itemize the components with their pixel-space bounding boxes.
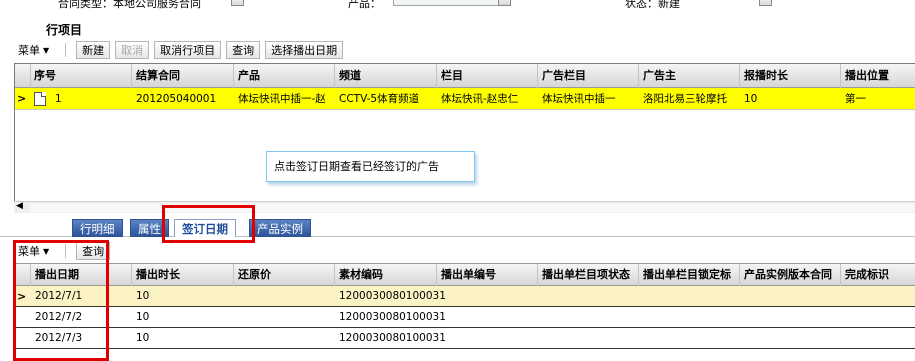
dates-toolbar: 菜单 ▼ 查询 bbox=[14, 242, 115, 260]
cell-restore-price bbox=[234, 286, 238, 307]
contract-type-label: 合同类型：本地公司服务合同 bbox=[58, 0, 201, 9]
menu-button[interactable]: 菜单 ▼ bbox=[14, 41, 53, 59]
table-row[interactable]: > 1 201205040001 体坛快讯中插一-赵 CCTV-5体育频道 体坛… bbox=[15, 88, 915, 110]
horizontal-scrollbar[interactable]: ◀ bbox=[14, 201, 915, 213]
detail-tabs: 行明细 属性 签订日期 产品实例 bbox=[0, 219, 915, 237]
cell-material-code: 1200030080100031 bbox=[339, 332, 446, 344]
table-row[interactable]: > 2012/7/1 10 1200030080100031 bbox=[15, 286, 915, 307]
table-row[interactable]: 2012/7/3 10 1200030080100031 bbox=[15, 328, 915, 349]
tab-line-details[interactable]: 行明细 bbox=[72, 219, 123, 237]
col-schedule-item-status[interactable]: 播出单栏目项状态 bbox=[538, 264, 639, 286]
col-channel[interactable]: 频道 bbox=[335, 64, 437, 88]
col-contract[interactable]: 结算合同 bbox=[132, 64, 234, 88]
query-button[interactable]: 查询 bbox=[76, 242, 111, 260]
tab-product-instance[interactable]: 产品实例 bbox=[249, 219, 311, 237]
scrollbar-thumb[interactable] bbox=[30, 204, 915, 212]
menu-label: 菜单 bbox=[18, 44, 40, 57]
current-row-marker-icon: > bbox=[17, 290, 27, 303]
row-selector-header bbox=[15, 64, 31, 88]
scroll-left-icon[interactable]: ◀ bbox=[16, 201, 23, 211]
cell-air-duration: 10 bbox=[136, 290, 150, 302]
cell-air-date: 2012/7/1 bbox=[35, 290, 83, 302]
col-material-code[interactable]: 素材编码 bbox=[335, 264, 437, 286]
col-schedule-lock[interactable]: 播出单栏目锁定标 bbox=[639, 264, 740, 286]
col-advertiser[interactable]: 广告主 bbox=[639, 64, 740, 88]
status-dropdown[interactable] bbox=[759, 0, 772, 6]
table-row[interactable]: 2012/7/2 10 1200030080100031 bbox=[15, 307, 915, 328]
col-program[interactable]: 栏目 bbox=[437, 64, 538, 88]
cancel-button[interactable]: 取消 bbox=[115, 41, 150, 59]
cell-material-code: 1200030080100031 bbox=[339, 290, 446, 302]
cell-program: 体坛快讯-赵忠仁 bbox=[441, 93, 519, 105]
toolbar-divider bbox=[65, 43, 67, 57]
cell-air-date: 2012/7/2 bbox=[35, 311, 83, 323]
cell-restore-price bbox=[234, 328, 238, 349]
cell-air-duration: 10 bbox=[136, 332, 150, 344]
query-button[interactable]: 查询 bbox=[226, 41, 261, 59]
contract-type-dropdown[interactable] bbox=[231, 0, 244, 6]
grid-header: 序号 结算合同 产品 频道 栏目 广告栏目 广告主 报播时长 播出位置 bbox=[15, 64, 915, 88]
current-row-marker-icon: > bbox=[17, 92, 27, 105]
cell-position: 第一 bbox=[845, 93, 866, 105]
section-title: 行项目 bbox=[46, 23, 83, 37]
menu-button[interactable]: 菜单 ▼ bbox=[14, 242, 53, 260]
col-schedule-number[interactable]: 播出单编号 bbox=[437, 264, 538, 286]
product-dropdown[interactable] bbox=[498, 0, 511, 6]
select-air-date-button[interactable]: 选择播出日期 bbox=[265, 41, 344, 59]
col-seq[interactable]: 序号 bbox=[31, 64, 132, 88]
col-completion-flag[interactable]: 完成标识 bbox=[841, 264, 915, 286]
cell-product: 体坛快讯中插一-赵 bbox=[238, 93, 326, 105]
cell-channel: CCTV-5体育频道 bbox=[339, 93, 420, 105]
grid-header: 播出日期 播出时长 还原价 素材编码 播出单编号 播出单栏目项状态 播出单栏目锁… bbox=[15, 264, 915, 286]
col-duration[interactable]: 报播时长 bbox=[740, 64, 841, 88]
product-field[interactable] bbox=[393, 0, 509, 6]
cell-air-date: 2012/7/3 bbox=[35, 332, 83, 344]
col-instance-version[interactable]: 产品实例版本合同 bbox=[740, 264, 841, 286]
cancel-line-item-button[interactable]: 取消行项目 bbox=[154, 41, 222, 59]
cell-material-code: 1200030080100031 bbox=[339, 311, 446, 323]
cell-seq: 1 bbox=[55, 93, 62, 105]
col-position[interactable]: 播出位置 bbox=[841, 64, 915, 88]
annotation-tooltip: 点击签订日期查看已经签订的广告 bbox=[266, 151, 475, 182]
chevron-down-icon: ▼ bbox=[43, 246, 50, 256]
col-air-duration[interactable]: 播出时长 bbox=[132, 264, 234, 286]
row-selector-header bbox=[15, 264, 31, 286]
cell-contract: 201205040001 bbox=[136, 93, 217, 105]
cell-restore-price bbox=[234, 307, 238, 328]
document-icon[interactable] bbox=[34, 92, 46, 106]
col-air-date[interactable]: 播出日期 bbox=[31, 264, 132, 286]
new-button[interactable]: 新建 bbox=[76, 41, 111, 59]
product-label: 产品： bbox=[348, 0, 381, 9]
tab-attributes[interactable]: 属性 bbox=[130, 219, 169, 237]
chevron-down-icon: ▼ bbox=[43, 45, 50, 55]
toolbar-divider bbox=[65, 244, 67, 258]
air-dates-grid: 播出日期 播出时长 还原价 素材编码 播出单编号 播出单栏目项状态 播出单栏目锁… bbox=[14, 263, 915, 361]
cell-duration: 10 bbox=[744, 93, 758, 105]
status-label: 状态：新建 bbox=[625, 0, 680, 9]
cell-ad-program: 体坛快讯中插一 bbox=[542, 93, 616, 105]
col-restore-price[interactable]: 还原价 bbox=[234, 264, 335, 286]
tab-signed-dates[interactable]: 签订日期 bbox=[174, 219, 236, 237]
col-product[interactable]: 产品 bbox=[234, 64, 335, 88]
cell-air-duration: 10 bbox=[136, 311, 150, 323]
col-ad-program[interactable]: 广告栏目 bbox=[538, 64, 639, 88]
menu-label: 菜单 bbox=[18, 245, 40, 258]
line-items-grid: 序号 结算合同 产品 频道 栏目 广告栏目 广告主 报播时长 播出位置 > 1 … bbox=[14, 63, 915, 213]
cell-advertiser: 洛阳北易三轮摩托 bbox=[643, 93, 727, 105]
line-items-toolbar: 菜单 ▼ 新建 取消 取消行项目 查询 选择播出日期 bbox=[14, 41, 348, 59]
header-form: 合同类型：本地公司服务合同 产品： 状态：新建 bbox=[0, 0, 915, 9]
